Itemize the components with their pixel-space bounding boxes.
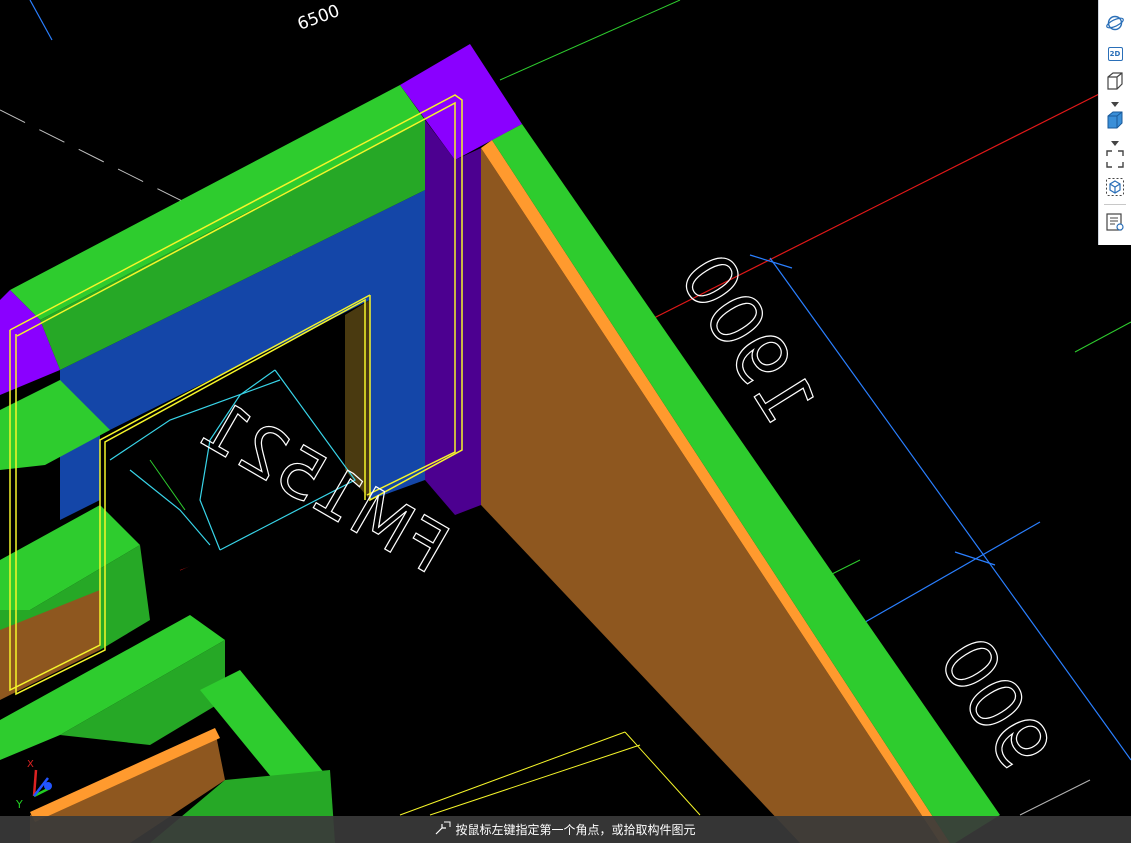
- display-mode-dropdown[interactable]: [1110, 136, 1120, 146]
- dimension-6500: 6500: [295, 1, 342, 35]
- axis-triad: X Y: [14, 758, 60, 811]
- 3d-view-button[interactable]: [1103, 69, 1127, 93]
- 2d-view-button[interactable]: 2D: [1103, 42, 1127, 66]
- 2d-view-icon: 2D: [1107, 47, 1123, 61]
- toolbar-separator: [1104, 204, 1126, 205]
- dashed-cube-icon: [1105, 177, 1125, 197]
- 3d-view-dropdown[interactable]: [1110, 97, 1120, 107]
- cursor-corner-icon: [435, 820, 451, 839]
- status-message: 按鼠标左键指定第一个角点，或拾取构件图元: [455, 823, 696, 837]
- orbit-icon: [1105, 13, 1125, 33]
- cube-solid-icon: [1105, 110, 1125, 130]
- full-view-icon: [1105, 149, 1125, 169]
- zoom-extents-button[interactable]: [1103, 147, 1127, 171]
- y-axis-label: Y: [15, 798, 23, 810]
- column-side[interactable]: [425, 120, 481, 515]
- status-bar: 按鼠标左键指定第一个角点，或拾取构件图元: [0, 816, 1131, 843]
- list-view-icon: [1105, 212, 1125, 232]
- x-axis-label: X: [27, 759, 34, 770]
- orbit-button[interactable]: [1103, 11, 1127, 35]
- display-mode-button[interactable]: [1103, 108, 1127, 132]
- view-toolbar: 2D: [1098, 0, 1131, 245]
- view-list-button[interactable]: [1103, 210, 1127, 234]
- component-view-button[interactable]: [1103, 175, 1127, 199]
- cube-outline-icon: [1105, 71, 1125, 91]
- 3d-model-viewport[interactable]: 6500 1900 900 FM1521: [0, 0, 1131, 843]
